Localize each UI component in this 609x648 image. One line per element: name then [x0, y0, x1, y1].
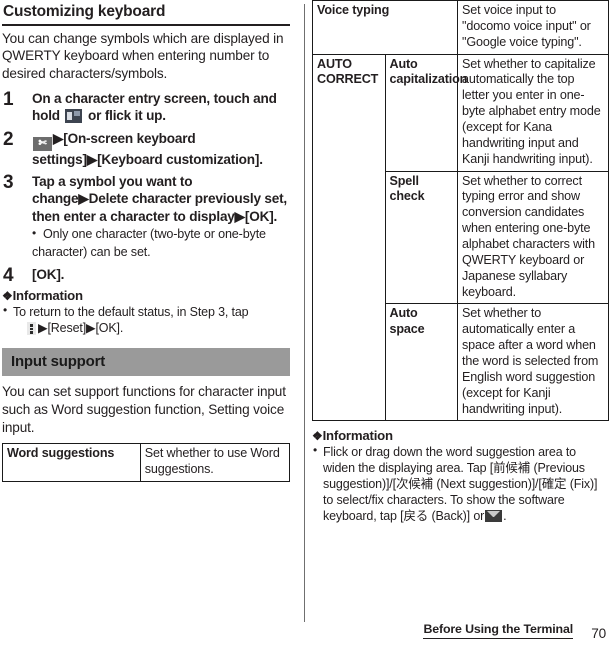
right-information-heading: ❖Information: [312, 428, 609, 443]
left-information-item: • To return to the default status, in St…: [2, 303, 290, 336]
left-information-heading: ❖Information: [2, 288, 290, 303]
column-divider: [304, 4, 305, 622]
input-support-settings-table: Voice typing Set voice input to "docomo …: [311, 0, 609, 422]
section-rule: [2, 23, 290, 26]
page-footer: Before Using the Terminal 70: [0, 618, 609, 644]
diamond-icon: ❖: [2, 289, 13, 304]
bullet-dot: •: [313, 443, 318, 458]
bullet-dot: •: [32, 226, 37, 241]
step-2: 2 ✄ ▶[On-screen keyboard settings]▶[Keybo…: [2, 128, 290, 168]
left-column: Customizing keyboard You can change symb…: [0, 0, 296, 483]
table-cell-key-auto-space: Auto space: [384, 303, 459, 422]
step-2-text-after: ▶[On-screen keyboard settings]▶[Keyboard…: [32, 130, 263, 167]
left-information-heading-label: Information: [12, 288, 84, 304]
step-1-number: 1: [3, 88, 14, 110]
step-4-text: [OK].: [32, 266, 65, 282]
diamond-icon: ❖: [312, 429, 323, 444]
step-3-number: 3: [3, 172, 14, 193]
left-information-item-line2-wrap: ▶[Reset]▶[OK].: [13, 320, 290, 336]
manual-page: Customizing keyboard You can change symb…: [0, 0, 609, 648]
table-cell-value: Set whether to use Word suggestions.: [139, 443, 291, 483]
step-2-text: ✄ ▶[On-screen keyboard settings]▶[Keyboar…: [32, 130, 290, 168]
step-3-substep: • Only one character (two-byte or one-by…: [32, 226, 266, 260]
input-support-heading: Input support: [2, 348, 290, 377]
footer-page-number: 70: [591, 626, 606, 641]
step-3-substep-text: Only one character (two-byte or one-byte…: [32, 227, 266, 260]
keypad-icon: [65, 109, 83, 124]
footer-chapter-title: Before Using the Terminal: [423, 622, 573, 639]
step-4: 4 [OK].: [2, 265, 290, 286]
table-cell-value-auto-capitalization: Set whether to capitalize automatically …: [457, 53, 609, 172]
right-information-item: • Flick or drag down the word suggestion…: [312, 443, 609, 524]
right-information-text-end: .: [503, 509, 507, 524]
scissors-icon: ✄: [33, 136, 52, 151]
section-title: Customizing keyboard: [3, 3, 166, 20]
left-information-item-line2: ▶[Reset]▶[OK].: [38, 321, 124, 336]
step-3-text: Tap a symbol you want to change▶Delete c…: [32, 173, 290, 261]
step-3-text-before: Tap a symbol you want to change▶Delete c…: [32, 174, 288, 224]
step-4-number: 4: [3, 264, 14, 286]
intro-paragraph: You can change symbols which are display…: [2, 30, 284, 82]
table-cell-key-voice-typing: Voice typing: [311, 0, 459, 55]
step-2-number: 2: [3, 128, 14, 150]
step-3: 3 Tap a symbol you want to change▶Delete…: [2, 172, 290, 261]
step-1-text-after: or flick it up.: [88, 108, 166, 124]
table-row: Voice typing Set voice input to "docomo …: [311, 0, 609, 55]
step-1: 1 On a character entry screen, touch and…: [2, 88, 290, 125]
right-information-text: Flick or drag down the word suggestion a…: [323, 445, 598, 524]
word-suggestions-table: Word suggestions Set whether to use Word…: [2, 443, 291, 483]
table-cell-value-spell-check: Set whether to correct typing error and …: [457, 170, 609, 305]
right-column: Voice typing Set voice input to "docomo …: [311, 0, 609, 524]
left-information-item-line1: To return to the default status, in Step…: [13, 305, 249, 320]
table-row: Word suggestions Set whether to use Word…: [2, 443, 291, 483]
kebab-menu-icon: [27, 322, 36, 336]
table-cell-value-voice-typing: Set voice input to "docomo voice input" …: [457, 0, 609, 55]
table-cell-key-spell-check: Spell check: [384, 170, 459, 305]
table-cell-value-auto-space: Set whether to automatically enter a spa…: [457, 303, 609, 422]
step-1-text: On a character entry screen, touch and h…: [32, 90, 290, 125]
right-information-heading-label: Information: [322, 428, 394, 444]
envelope-icon: [485, 510, 503, 523]
input-support-intro: You can set support functions for charac…: [2, 384, 286, 435]
table-cell-key-auto-capitalization: Auto capitalization: [384, 53, 467, 172]
bullet-dot: •: [3, 303, 8, 318]
table-row: AUTO CORRECT Auto capitalization Set whe…: [312, 53, 609, 422]
table-cell-group-auto-correct: AUTO CORRECT: [312, 53, 386, 422]
table-cell-key: Word suggestions: [2, 443, 141, 483]
